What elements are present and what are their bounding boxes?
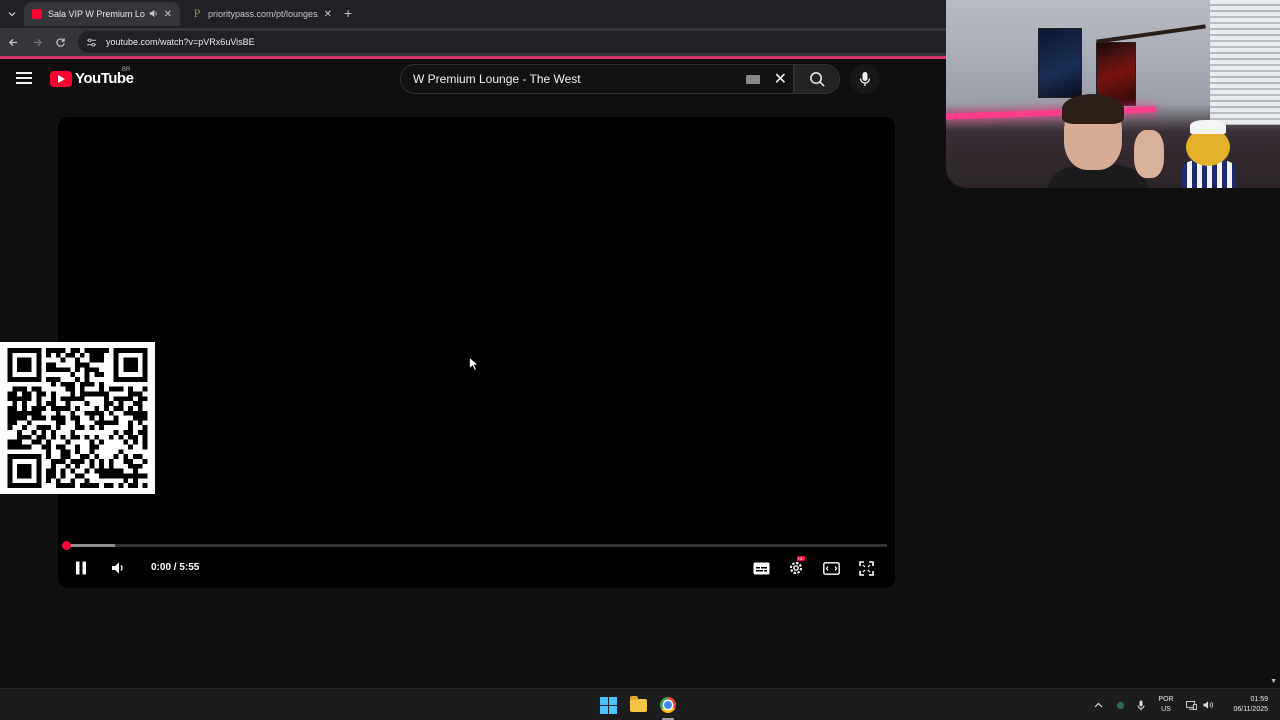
new-tab-button[interactable]: + [344, 5, 352, 21]
buffered-bar [66, 544, 116, 547]
address-bar[interactable]: youtube.com/watch?v=pVRx6uVisBE [78, 31, 978, 53]
windows-taskbar: POR US 01:59 06/11/2025 [0, 688, 1280, 720]
teddy-bear [1178, 120, 1240, 188]
gear-icon [790, 562, 802, 574]
clock-time: 01:59 [1250, 696, 1268, 703]
window-blinds [1210, 0, 1280, 125]
search-query: W Premium Lounge - The West [413, 72, 581, 86]
language-code: POR [1158, 696, 1174, 703]
voice-search-button[interactable] [850, 64, 880, 94]
speaker-icon[interactable] [1198, 695, 1218, 715]
progress-bar[interactable] [62, 541, 887, 550]
clear-search-icon[interactable]: ✕ [774, 69, 787, 89]
reload-icon[interactable] [52, 34, 68, 50]
url-text: youtube.com/watch?v=pVRx6uVisBE [106, 37, 255, 47]
tab-search-icon[interactable] [2, 4, 22, 24]
search-button[interactable] [794, 64, 840, 94]
system-clock[interactable]: 01:59 06/11/2025 [1222, 695, 1268, 715]
tab-audio-icon[interactable] [149, 9, 158, 20]
qr-code-image [7, 348, 148, 488]
webcam-overlay [946, 0, 1280, 188]
pause-button[interactable] [70, 558, 92, 578]
keyboard-icon[interactable] [745, 74, 760, 84]
volume-icon [112, 562, 123, 574]
fullscreen-button[interactable] [855, 558, 877, 578]
back-icon[interactable] [5, 34, 21, 50]
streamer [1048, 94, 1148, 188]
tab-title: prioritypass.com/pt/lounges/br [208, 9, 318, 19]
video-player[interactable]: 0:00 / 5:55 HD [58, 117, 895, 588]
tab-youtube[interactable]: Sala VIP W Premium Lounge ✕ [24, 2, 180, 26]
microphone-tray-icon[interactable] [1131, 695, 1151, 715]
time-display: 0:00 / 5:55 [151, 562, 200, 573]
youtube-favicon-icon [32, 9, 42, 19]
country-code: BR [122, 67, 131, 73]
chrome-icon[interactable] [658, 695, 678, 715]
close-tab-icon[interactable]: ✕ [324, 9, 332, 20]
tab-prioritypass[interactable]: P prioritypass.com/pt/lounges/br ✕ [184, 2, 340, 26]
subtitles-button[interactable] [750, 558, 772, 578]
wall-shelf [1096, 24, 1206, 44]
prioritypass-favicon-icon: P [193, 8, 201, 20]
tab-title: Sala VIP W Premium Lounge [48, 9, 145, 19]
scroll-down-icon[interactable]: ▼ [1270, 678, 1277, 685]
scrubber-handle[interactable] [62, 541, 71, 550]
hd-badge: HD [797, 556, 805, 561]
mute-button[interactable] [107, 558, 129, 578]
pause-icon [76, 561, 86, 575]
streamer-hand [1134, 130, 1164, 178]
screen: Sala VIP W Premium Lounge ✕ P prioritypa… [0, 0, 1280, 720]
site-info-icon[interactable] [86, 37, 98, 47]
qr-code [0, 342, 155, 494]
settings-button[interactable]: HD [785, 556, 807, 578]
theater-mode-button[interactable] [820, 558, 842, 578]
youtube-logo[interactable]: YouTube BR [50, 67, 134, 87]
forward-icon[interactable] [29, 34, 45, 50]
youtube-play-logo-icon [50, 70, 72, 87]
microphone-icon [859, 72, 871, 86]
tray-overflow-icon[interactable] [1088, 695, 1108, 715]
keyboard-layout: US [1161, 706, 1171, 713]
clock-date: 06/11/2025 [1233, 706, 1268, 713]
file-explorer-icon[interactable] [628, 695, 648, 715]
player-controls: 0:00 / 5:55 HD [58, 554, 895, 582]
input-language[interactable]: POR US [1156, 695, 1176, 715]
tray-app-icon[interactable] [1110, 695, 1130, 715]
windows-start-icon[interactable] [598, 695, 618, 715]
poster-left [1038, 28, 1082, 98]
close-tab-icon[interactable]: ✕ [164, 9, 172, 20]
mouse-cursor-icon [469, 357, 479, 371]
subtitles-icon [753, 562, 769, 574]
fullscreen-icon [858, 560, 874, 576]
theater-mode-icon [822, 561, 840, 575]
menu-icon[interactable] [16, 72, 32, 84]
search-input[interactable]: W Premium Lounge - The West ✕ [400, 64, 794, 94]
search-icon [809, 71, 825, 87]
